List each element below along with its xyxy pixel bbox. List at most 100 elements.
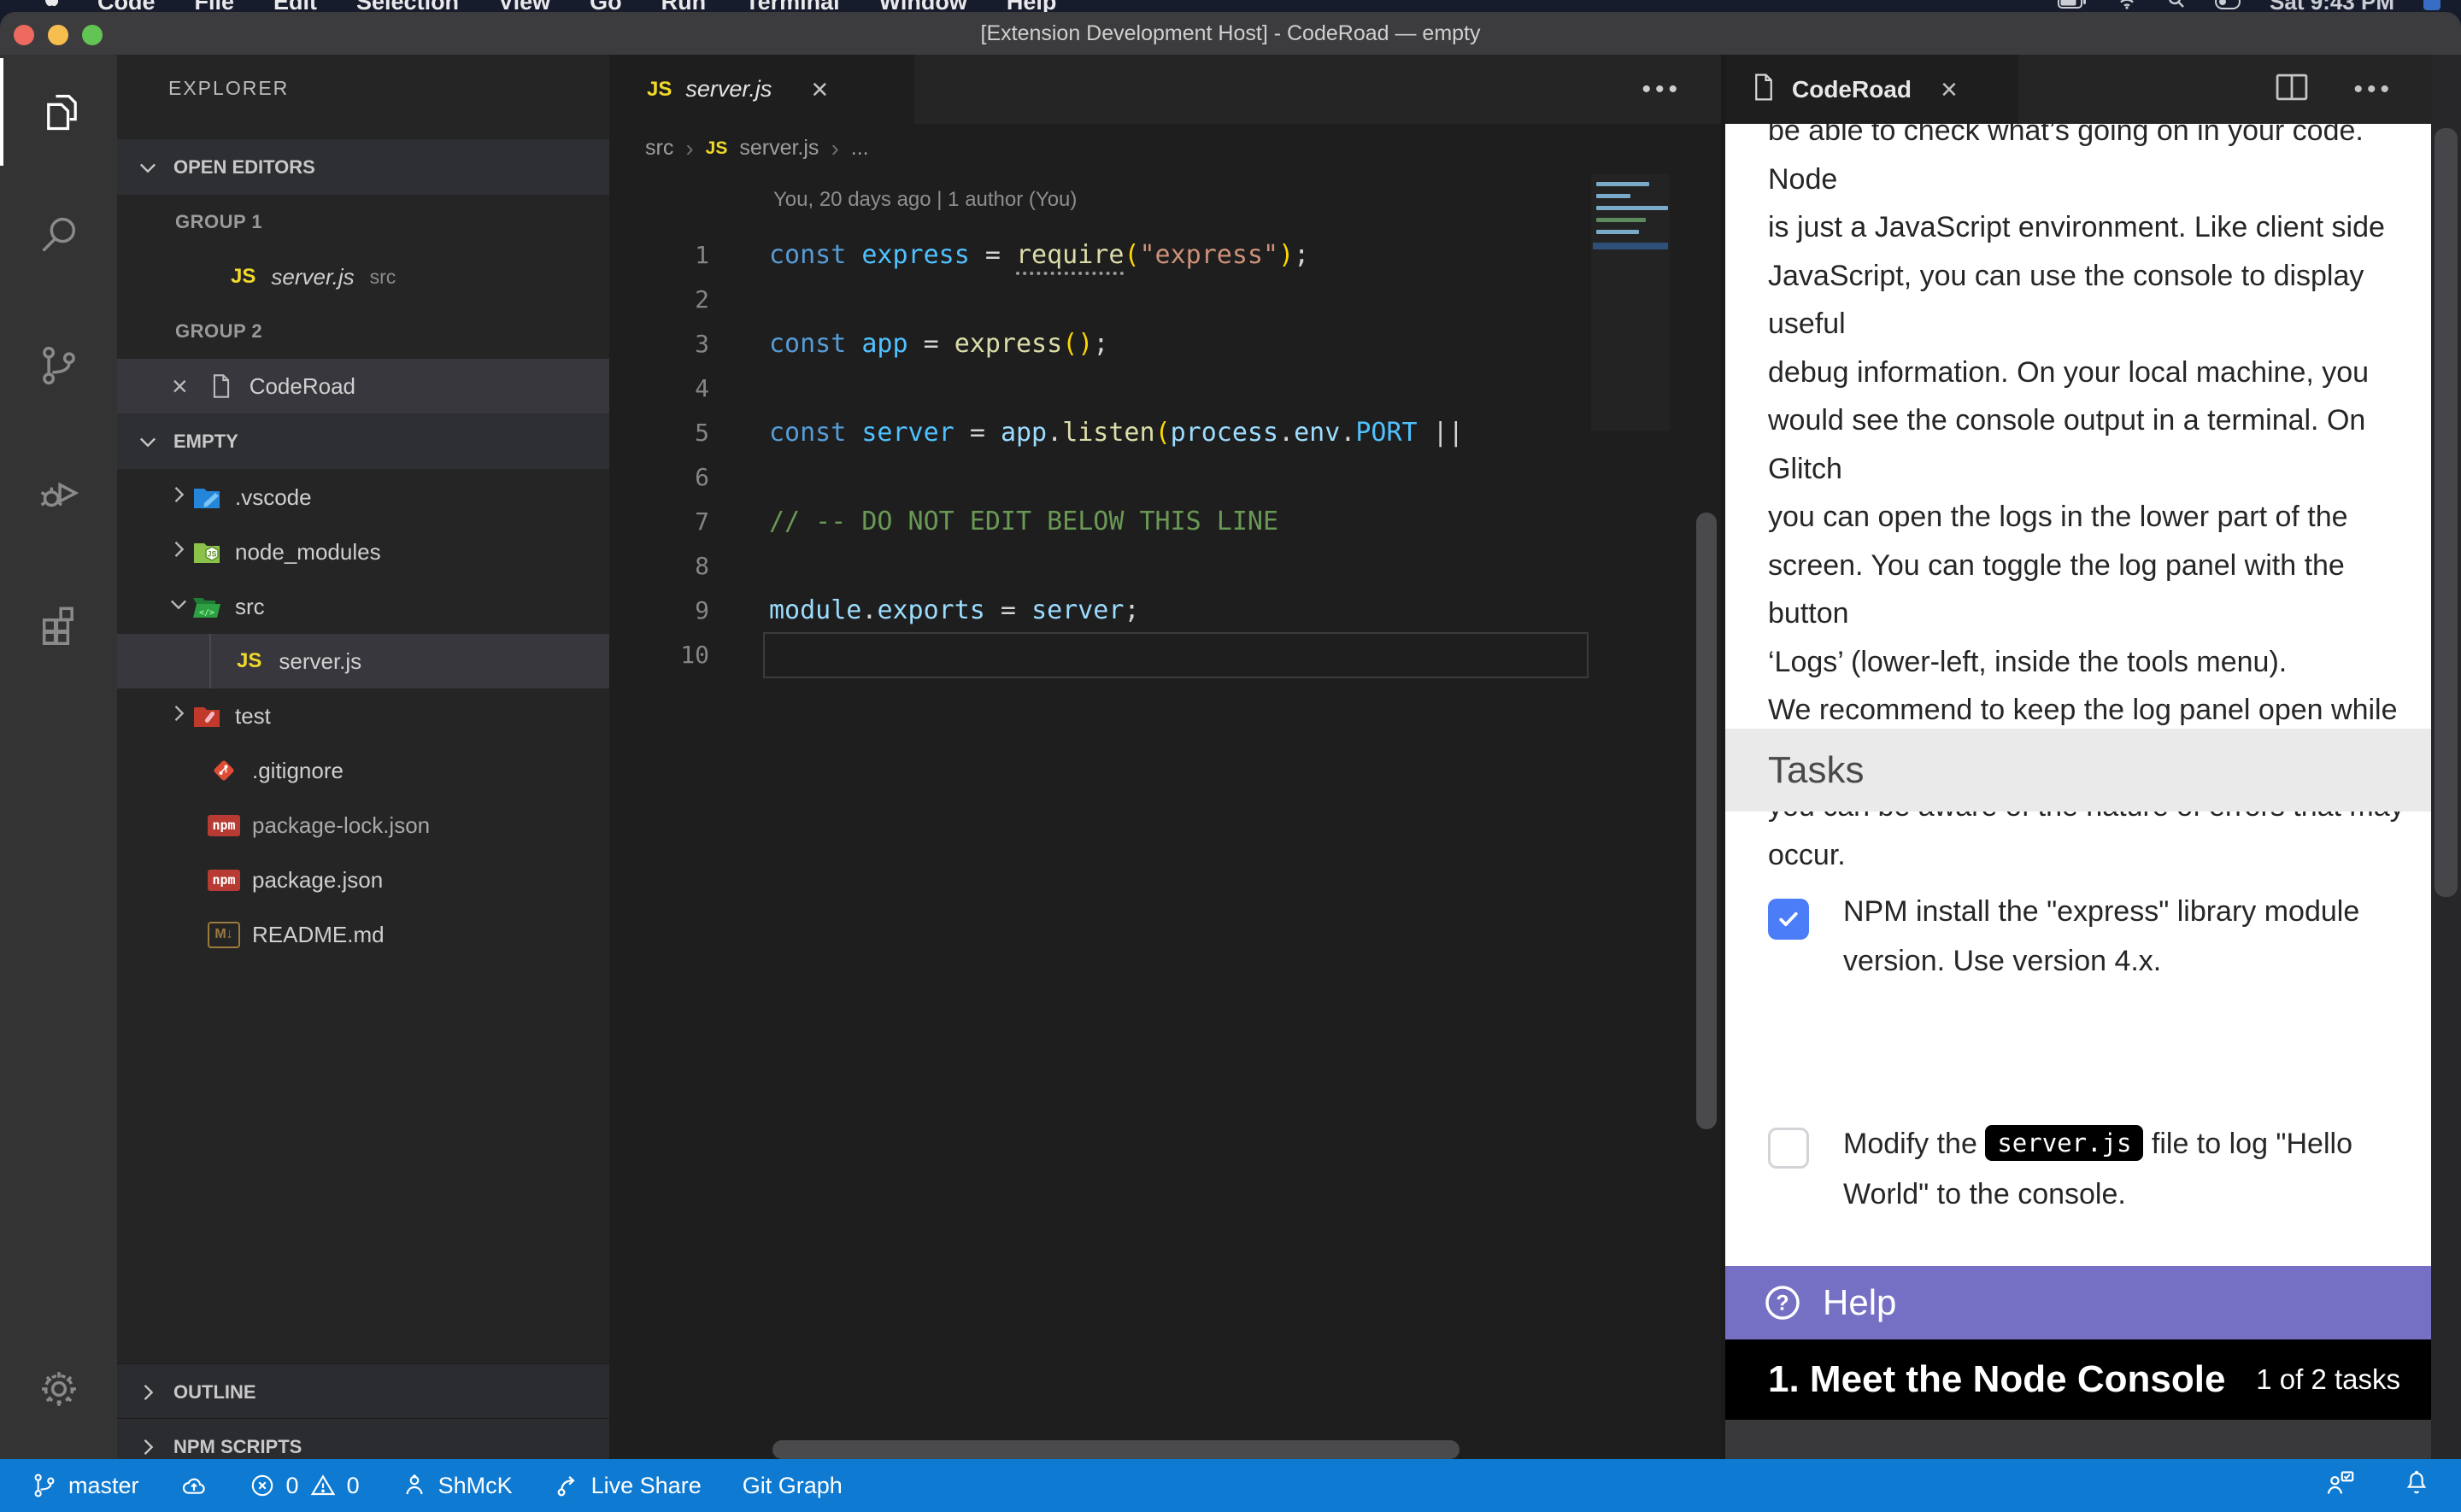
menu-item-code[interactable]: Code [97,0,156,12]
menu-item-run[interactable]: Run [661,0,706,12]
indent-guide [209,634,211,689]
search-menu-icon[interactable] [2167,0,2186,12]
svg-text:JS: JS [207,549,216,558]
app-dock-icon[interactable] [2423,0,2440,10]
chevron-right-icon [136,1380,160,1404]
menu-item-edit[interactable]: Edit [273,0,317,12]
coderoad-panel: CodeRoad × ••• be able to check what’s g… [1721,55,2431,1459]
breadcrumb-file[interactable]: server.js [739,136,819,161]
menu-item-window[interactable]: Window [879,0,967,12]
vscode-folder-icon [191,486,223,509]
tree-label: node_modules [235,539,381,566]
breadcrumb-separator: › [831,135,838,162]
code-line-7: 7 // -- DO NOT EDIT BELOW THIS LINE [609,499,1721,543]
title-bar[interactable]: [Extension Development Host] - CodeRoad … [0,12,2461,56]
tree-item-gitignore[interactable]: .gitignore [117,743,609,798]
codelens-annotation[interactable]: You, 20 days ago | 1 author (You) [773,188,1077,212]
live-share-icon [554,1472,581,1499]
battery-icon[interactable] [2058,0,2087,12]
run-debug-activity-icon[interactable] [0,437,117,545]
minimap[interactable] [1591,174,1670,431]
markdown-icon: M↓ [208,922,240,948]
live-share-label: Live Share [591,1473,702,1499]
help-icon: ? [1763,1283,1802,1322]
settings-gear-icon[interactable] [0,1335,117,1443]
breadcrumb-separator: › [685,135,693,162]
live-share-status[interactable]: Live Share [554,1472,702,1499]
control-center-icon[interactable] [2215,0,2241,12]
group-2-label: GROUP 2 [117,320,262,343]
split-editor-icon[interactable] [2275,73,2309,106]
git-icon [208,758,240,783]
code-line-6: 6 [609,454,1721,499]
breadcrumb-src[interactable]: src [645,136,673,161]
workbench: EXPLORER OPEN EDITORS GROUP 1 JS server.… [0,55,2461,1459]
tree-item-node-modules[interactable]: JS node_modules [117,525,609,579]
lesson-footer[interactable]: 1. Meet the Node Console 1 of 2 tasks [1725,1339,2431,1420]
chevron-down-icon [167,592,191,622]
checkbox-unchecked[interactable] [1768,1128,1809,1169]
breadcrumb: src › JS server.js › ... [609,124,1721,173]
inline-code-chip: server.js [1985,1125,2143,1161]
feedback-icon[interactable] [2324,1468,2355,1503]
menu-item-terminal[interactable]: Terminal [745,0,840,12]
problems-status[interactable]: 0 0 [249,1472,360,1499]
window-scrollbar-thumb[interactable] [2435,128,2458,897]
vscode-window: [Extension Development Host] - CodeRoad … [0,12,2461,1512]
tree-item-package-json[interactable]: npm package.json [117,853,609,907]
task-item-npm-install: NPM install the "express" library module… [1768,887,2397,986]
outline-section-header[interactable]: OUTLINE [117,1363,609,1420]
notifications-bell-icon[interactable] [2403,1469,2430,1503]
account-status[interactable]: ShMcK [401,1472,513,1499]
breadcrumb-symbol[interactable]: ... [851,136,869,161]
vertical-scrollbar-thumb[interactable] [1696,513,1717,1129]
lesson-progress: 1 of 2 tasks [2256,1363,2400,1396]
js-file-icon: JS [237,649,261,673]
tab-close-icon[interactable]: × [811,75,828,104]
extensions-activity-icon[interactable] [0,569,117,677]
git-graph-status[interactable]: Git Graph [743,1473,843,1499]
source-control-activity-icon[interactable] [0,312,117,419]
editor-group-2: GROUP 2 [117,304,609,359]
editor-actions-more-icon[interactable]: ••• [1642,55,1682,124]
tree-item-src[interactable]: </> src [117,579,609,634]
tree-item-package-lock[interactable]: npm package-lock.json [117,798,609,853]
tree-item-readme[interactable]: M↓ README.md [117,907,609,962]
explorer-activity-icon[interactable] [0,58,120,166]
git-branch-status[interactable]: master [31,1472,139,1499]
tab-close-icon[interactable]: × [1941,75,1958,104]
menu-item-selection[interactable]: Selection [356,0,459,12]
menu-item-go[interactable]: Go [590,0,622,12]
tab-coderoad[interactable]: CodeRoad × [1725,55,2018,124]
wifi-icon[interactable] [2116,0,2138,12]
workspace-section-header[interactable]: EMPTY [117,413,609,469]
tree-label: README.md [252,922,385,948]
tasks-section-header: Tasks [1725,729,2431,812]
sync-status[interactable] [180,1472,208,1499]
open-editor-filename: server.js [271,264,354,290]
menu-item-view[interactable]: View [498,0,550,12]
open-editor-server-js[interactable]: JS server.js src [117,249,609,304]
user-name: ShMcK [438,1473,513,1499]
open-editor-coderoad[interactable]: × CodeRoad [117,359,609,413]
help-label: Help [1823,1282,1896,1323]
search-activity-icon[interactable] [0,181,117,289]
code-area[interactable]: 1 const express = require("express"); 2 … [609,232,1721,677]
tree-item-server-js[interactable]: JS server.js [117,634,609,689]
sidebar-title: EXPLORER [168,77,289,100]
panel-more-actions-icon[interactable]: ••• [2353,75,2393,104]
menu-item-help[interactable]: Help [1007,0,1057,12]
code-line-4: 4 [609,366,1721,410]
help-section[interactable]: ? Help [1725,1266,2431,1339]
tab-server-js[interactable]: JS server.js × [609,55,914,124]
apple-menu-icon[interactable] [39,0,58,12]
error-icon [249,1472,276,1499]
checkbox-checked[interactable] [1768,899,1809,940]
menu-item-file[interactable]: File [195,0,235,12]
open-editors-header[interactable]: OPEN EDITORS [117,139,609,195]
tree-item-vscode[interactable]: .vscode [117,470,609,525]
close-icon[interactable]: × [172,371,188,402]
menu-clock[interactable]: Sat 9:43 PM [2270,0,2394,12]
tree-item-test[interactable]: test [117,689,609,743]
horizontal-scrollbar-thumb[interactable] [772,1440,1460,1459]
